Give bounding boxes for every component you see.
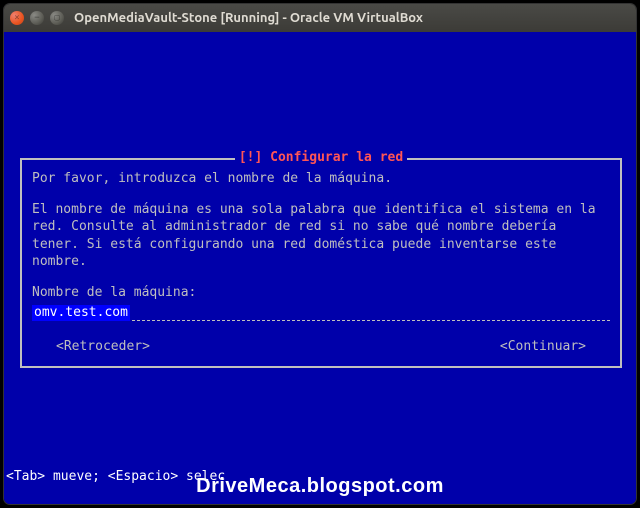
maximize-icon[interactable]: ▢ <box>50 11 64 25</box>
window-titlebar: × − ▢ OpenMediaVault-Stone [Running] - O… <box>4 4 636 32</box>
hostname-input-value: omv.test.com <box>32 305 130 321</box>
hostname-label: Nombre de la máquina: <box>32 284 610 302</box>
network-config-dialog: [!] Configurar la red Por favor, introdu… <box>20 158 622 368</box>
watermark-text: DriveMeca.blogspot.com <box>4 475 636 498</box>
window-title: OpenMediaVault-Stone [Running] - Oracle … <box>74 11 423 25</box>
close-icon[interactable]: × <box>10 11 24 25</box>
dialog-header: [!] Configurar la red <box>235 150 407 165</box>
window-buttons: × − ▢ <box>10 11 64 25</box>
hostname-input[interactable]: omv.test.com <box>32 305 610 322</box>
continue-button[interactable]: <Continuar> <box>500 338 586 356</box>
dialog-text-help: El nombre de máquina es una sola palabra… <box>32 201 610 271</box>
vm-screen: [!] Configurar la red Por favor, introdu… <box>4 32 636 504</box>
back-button[interactable]: <Retroceder> <box>56 338 150 356</box>
minimize-icon[interactable]: − <box>30 11 44 25</box>
dialog-text-intro: Por favor, introduzca el nombre de la má… <box>32 170 610 188</box>
